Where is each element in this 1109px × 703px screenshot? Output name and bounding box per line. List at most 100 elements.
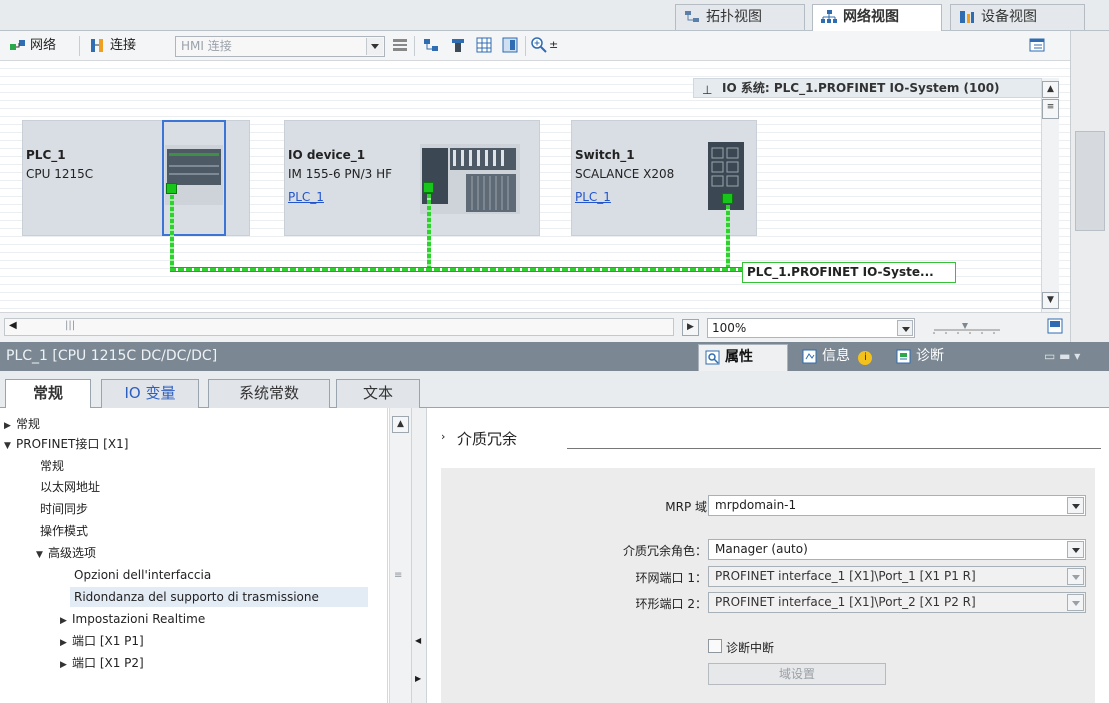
chevron-down-icon[interactable] — [366, 38, 383, 55]
network-line-io-device[interactable] — [427, 194, 431, 269]
tree-item-profinet-interface[interactable]: ▼ PROFINET接口 [X1] — [4, 434, 128, 454]
tree-item-advanced-options[interactable]: ▼ 高级选项 — [36, 543, 96, 563]
show-table-icon[interactable] — [1029, 37, 1045, 53]
network-overview-icon[interactable] — [423, 37, 439, 53]
tree-item-interface-options[interactable]: Opzioni dell'interfaccia — [74, 565, 211, 585]
canvas-status-bar: ◀ ||| ▶ 100% — [0, 312, 1070, 342]
expand-right-icon[interactable]: ▶ — [415, 674, 421, 683]
ring-port-2-label: 环形端口 2： — [635, 597, 707, 611]
tab-device-view[interactable]: 设备视图 — [950, 4, 1085, 30]
tree-item-time-sync[interactable]: 时间同步 — [40, 499, 88, 519]
expand-arrow-icon[interactable]: ▶ — [60, 611, 72, 631]
tree-item-port-2[interactable]: ▶ 端口 [X1 P2] — [60, 653, 144, 673]
tab-topology-view[interactable]: 拓扑视图 — [675, 4, 805, 30]
expand-arrow-icon[interactable]: ▶ — [60, 633, 72, 653]
tab-info[interactable]: 信息 i — [796, 344, 892, 371]
collapse-left-icon[interactable]: ◀ — [415, 636, 421, 645]
relations-icon[interactable] — [392, 37, 408, 53]
collapse-arrow-icon[interactable]: ▼ — [4, 436, 16, 456]
chevron-down-icon[interactable] — [1067, 594, 1084, 611]
chevron-down-icon[interactable] — [897, 320, 913, 336]
expand-arrow-icon[interactable]: ▶ — [4, 416, 16, 436]
io-module-icon — [420, 144, 520, 214]
scroll-right-icon[interactable]: ▶ — [682, 319, 699, 336]
tab-general[interactable]: 常规 — [5, 379, 91, 409]
mrp-domain-select[interactable]: mrpdomain-1 — [708, 495, 1086, 516]
info-icon — [802, 349, 817, 364]
canvas-horizontal-scrollbar[interactable]: ◀ ||| — [4, 318, 674, 336]
grid-icon[interactable] — [476, 37, 492, 53]
network-line-switch[interactable] — [726, 205, 730, 269]
tab-general-label: 常规 — [32, 384, 63, 402]
scroll-thumb-icon[interactable]: ||| — [65, 320, 75, 331]
device-type: IM 155-6 PN/3 HF — [288, 167, 393, 181]
scroll-up-icon[interactable]: ▲ — [1042, 81, 1059, 98]
collapse-arrow-icon[interactable]: ▼ — [36, 545, 48, 565]
tab-properties[interactable]: 属性 — [698, 344, 788, 371]
domain-settings-label: 域设置 — [778, 667, 815, 681]
tree-item-media-redundancy[interactable]: Ridondanza del supporto di trasmissione — [70, 587, 368, 607]
tab-network-view[interactable]: 网络视图 — [812, 4, 942, 31]
ring-port-1-select[interactable]: PROFINET interface_1 [X1]\Port_1 [X1 P1 … — [708, 566, 1086, 587]
chevron-down-icon[interactable] — [1067, 541, 1084, 558]
diagnostic-interrupt-checkbox[interactable] — [708, 639, 722, 653]
scroll-left-icon[interactable]: ◀ — [9, 320, 17, 331]
tab-texts[interactable]: 文本 — [336, 379, 420, 408]
tree-item-label: Ridondanza del supporto di trasmissione — [74, 590, 319, 604]
plc-profinet-port[interactable] — [166, 183, 177, 194]
tree-item-port-1[interactable]: ▶ 端口 [X1 P1] — [60, 631, 144, 651]
tab-diagnostics[interactable]: 诊断 — [890, 344, 982, 371]
tab-system-constants-label: 系统常数 — [238, 384, 299, 402]
profinet-io-system-label[interactable]: PLC_1.PROFINET IO-Syste... — [742, 262, 956, 283]
module-icon[interactable] — [450, 37, 466, 53]
switch-profinet-port[interactable] — [722, 193, 733, 204]
task-card-tab[interactable] — [1075, 131, 1105, 231]
window-controls-icon[interactable]: ▭ ▬ ▾ — [1044, 349, 1080, 363]
ring-port-2-select[interactable]: PROFINET interface_1 [X1]\Port_2 [X1 P2 … — [708, 592, 1086, 613]
zoom-plus-minus-icon[interactable]: ± — [549, 38, 558, 51]
device-io-controller-link[interactable]: PLC_1 — [288, 190, 324, 204]
network-button[interactable]: 网络 — [10, 37, 56, 55]
section-collapse-icon[interactable]: › — [441, 430, 445, 443]
network-line-plc[interactable] — [170, 195, 174, 269]
tree-item-label: 高级选项 — [48, 546, 97, 560]
domain-settings-button[interactable]: 域设置 — [708, 663, 886, 685]
hmi-connection-select[interactable]: HMI 连接 — [175, 36, 385, 57]
scroll-down-icon[interactable]: ▼ — [1042, 292, 1059, 309]
panel-splitter[interactable]: ◀ ▶ — [411, 408, 427, 703]
tab-system-constants[interactable]: 系统常数 — [208, 379, 330, 408]
network-canvas[interactable]: ⊥ IO 系统: PLC_1.PROFINET IO-System (100) … — [0, 61, 1070, 312]
device-io-controller-link[interactable]: PLC_1 — [575, 190, 611, 204]
tab-io-tags[interactable]: IO 变量 — [101, 379, 199, 408]
chevron-down-icon[interactable] — [1067, 497, 1084, 514]
tree-item-general[interactable]: ▶ 常规 — [4, 414, 40, 434]
profinet-subnet-line[interactable] — [170, 267, 742, 272]
tree-vertical-scrollbar[interactable]: ▲ ≡ — [389, 408, 411, 703]
tree-item-label: Impostazioni Realtime — [72, 612, 206, 626]
io-device-profinet-port[interactable] — [423, 182, 434, 193]
media-redundancy-role-select[interactable]: Manager (auto) — [708, 539, 1086, 560]
diagnostic-interrupt-label: 诊断中断 — [726, 641, 775, 655]
expand-arrow-icon[interactable]: ▶ — [60, 655, 72, 675]
tree-item-interface-general[interactable]: 常规 — [40, 456, 64, 476]
zoom-icon[interactable] — [531, 37, 547, 53]
scroll-thumb-icon[interactable]: ≡ — [1042, 99, 1059, 119]
overview-navigation-icon[interactable] — [1047, 317, 1063, 335]
zoom-slider[interactable] — [932, 321, 1002, 335]
tree-item-realtime-settings[interactable]: ▶ Impostazioni Realtime — [60, 609, 205, 629]
scroll-thumb-icon[interactable]: ≡ — [394, 570, 402, 581]
tab-properties-label: 属性 — [725, 349, 753, 365]
pin-icon[interactable]: ⊥ — [702, 81, 712, 99]
tab-diagnostics-label: 诊断 — [916, 348, 944, 364]
tree-item-ethernet-address[interactable]: 以太网地址 — [40, 477, 100, 497]
panel-layout-icon[interactable] — [502, 37, 518, 53]
mrp-domain-value: mrpdomain-1 — [715, 498, 797, 512]
view-tabs-bar: 拓扑视图 网络视图 设备视图 — [0, 0, 1109, 31]
chevron-down-icon[interactable] — [1067, 568, 1084, 585]
connect-button[interactable]: 连接 — [90, 37, 136, 55]
task-card-strip — [1070, 31, 1109, 342]
scroll-up-icon[interactable]: ▲ — [392, 416, 409, 433]
canvas-vertical-scrollbar[interactable]: ▲ ≡ ▼ — [1041, 78, 1059, 312]
tree-item-operating-mode[interactable]: 操作模式 — [40, 521, 88, 541]
zoom-level-select[interactable]: 100% — [707, 318, 915, 338]
